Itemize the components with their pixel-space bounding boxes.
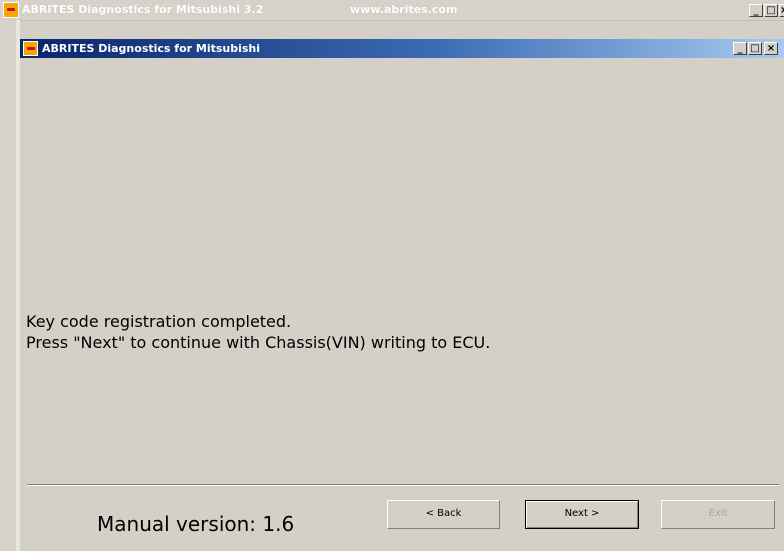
inner-window-title: ABRITES Diagnostics for Mitsubishi <box>42 42 261 55</box>
back-button[interactable]: < Back <box>387 500 500 529</box>
outer-window-title: ABRITES Diagnostics for Mitsubishi 3.2 <box>22 3 264 16</box>
footer-separator <box>27 484 779 486</box>
inner-title-bar[interactable]: ABRITES Diagnostics for Mitsubishi _ □ × <box>20 39 784 58</box>
inner-window <box>20 39 784 551</box>
next-button[interactable]: Next > <box>525 500 639 529</box>
exit-button[interactable]: Exit <box>661 500 775 529</box>
inner-minimize-button[interactable]: _ <box>733 42 747 55</box>
app-logo-icon <box>3 2 19 18</box>
outer-close-button[interactable]: × <box>779 4 784 17</box>
manual-version: Manual version: 1.6 <box>97 512 295 536</box>
status-message-line2: Press "Next" to continue with Chassis(VI… <box>26 333 491 352</box>
outer-minimize-button[interactable]: _ <box>749 4 763 17</box>
inner-close-button[interactable]: × <box>764 42 778 55</box>
inner-app-logo-icon <box>23 41 38 56</box>
outer-maximize-button[interactable]: □ <box>764 4 778 17</box>
inner-maximize-button[interactable]: □ <box>748 42 762 55</box>
outer-title-bar[interactable]: ABRITES Diagnostics for Mitsubishi 3.2 w… <box>0 0 784 21</box>
outer-window-url: www.abrites.com <box>350 3 458 16</box>
status-message-line1: Key code registration completed. <box>26 312 292 331</box>
